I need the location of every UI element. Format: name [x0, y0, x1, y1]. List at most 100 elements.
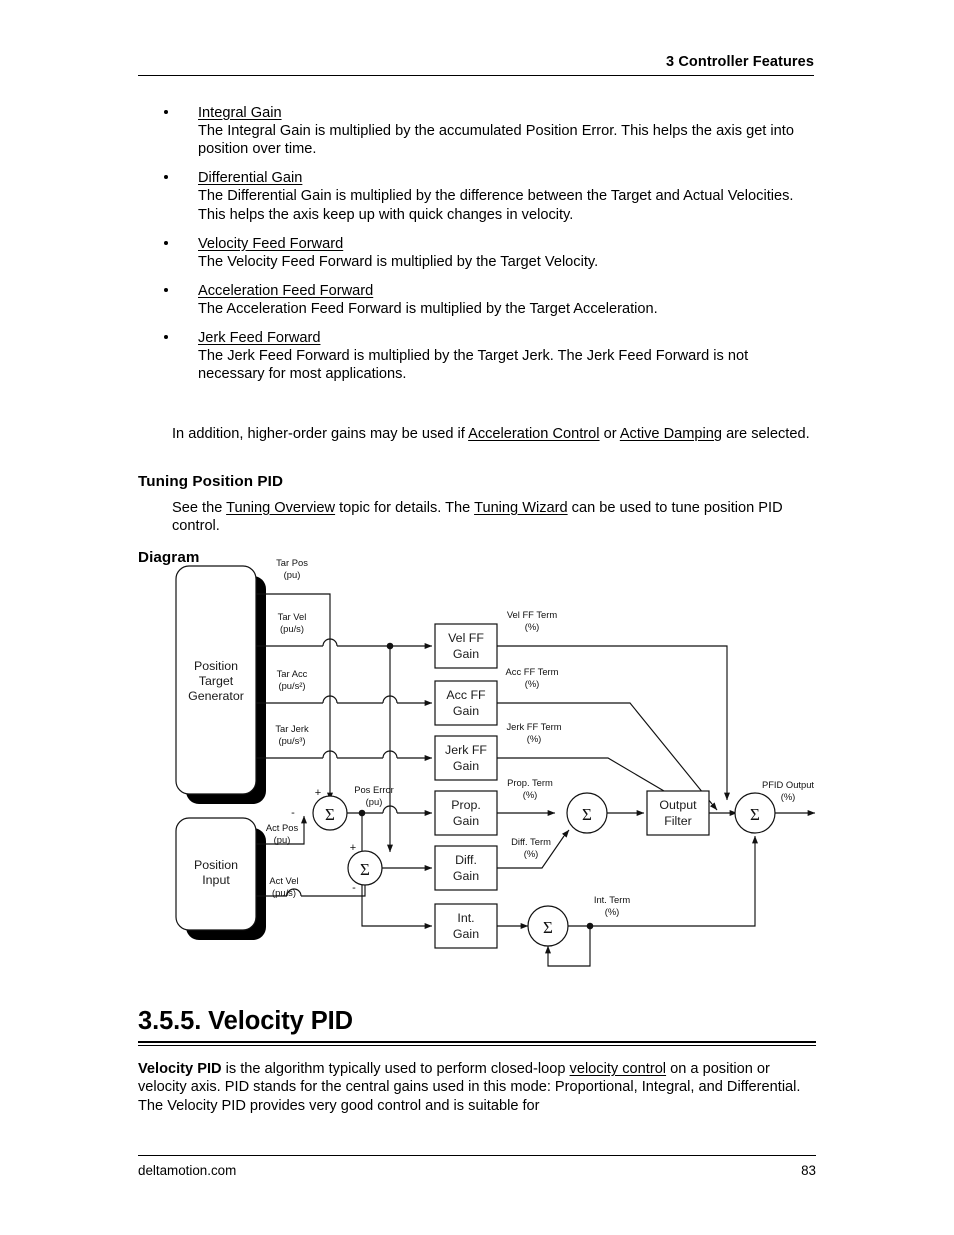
- label-prop-term-l1: Prop. Term: [507, 777, 553, 788]
- link-acceleration-control[interactable]: Acceleration Control: [468, 426, 599, 442]
- label-diff-term-l1: Diff. Term: [511, 836, 551, 847]
- label-vel-ff-gain-l2: Gain: [453, 647, 479, 661]
- link-velocity-control[interactable]: velocity control: [570, 1061, 667, 1077]
- bullet-term[interactable]: Velocity Feed Forward: [198, 235, 343, 253]
- body-content: Integral Gain The Integral Gain is multi…: [138, 104, 816, 575]
- label-jerk-ff-gain-l1: Jerk FF: [445, 743, 487, 757]
- tuning-text-part2: topic for details. The: [335, 499, 475, 516]
- label-act-vel-l2: (pu/s): [272, 887, 296, 898]
- sign-plus-velocity-error: +: [350, 842, 356, 854]
- higher-order-gains-paragraph: In addition, higher-order gains may be u…: [138, 425, 816, 443]
- label-tar-jerk-l2: (pu/s³): [278, 735, 305, 746]
- page-header: 3 Controller Features: [138, 54, 814, 76]
- sigma-pfid-output: Σ: [750, 805, 760, 824]
- label-vel-ff-term-l2: (%): [525, 621, 540, 632]
- label-prop-gain-l1: Prop.: [451, 798, 481, 812]
- document-page: 3 Controller Features Integral Gain The …: [0, 0, 954, 1235]
- note-text-part3: are selected.: [722, 425, 810, 442]
- label-vel-ff-gain-l1: Vel FF: [448, 631, 484, 645]
- label-tar-acc-l2: (pu/s²): [278, 680, 305, 691]
- sign-minus-position-error: -: [291, 807, 295, 819]
- wire-pos-error: [347, 805, 426, 814]
- section-rule-thin: [138, 1044, 816, 1046]
- bullet-dot-icon: [164, 335, 168, 340]
- wire-tar-acc: [256, 695, 426, 704]
- wire-tar-vel: [256, 638, 426, 647]
- bullet-description: The Differential Gain is multiplied by t…: [198, 188, 794, 223]
- label-tar-pos-l1: Tar Pos: [276, 557, 308, 568]
- bullet-term[interactable]: Integral Gain: [198, 104, 282, 122]
- bullet-description: The Acceleration Feed Forward is multipl…: [198, 301, 658, 318]
- bullet-term[interactable]: Jerk Feed Forward: [198, 329, 320, 347]
- label-position-target-generator-l3: Generator: [188, 689, 244, 703]
- bullet-term[interactable]: Differential Gain: [198, 169, 302, 187]
- bullet-dot-icon: [164, 175, 168, 180]
- bullet-description: The Jerk Feed Forward is multiplied by t…: [198, 348, 749, 383]
- note-text-part1: In addition, higher-order gains may be u…: [172, 425, 469, 442]
- sigma-velocity-error: Σ: [360, 860, 370, 879]
- label-prop-gain-l2: Gain: [453, 814, 479, 828]
- label-position-target-generator-l2: Target: [199, 674, 234, 688]
- sigma-pd-terms: Σ: [582, 805, 592, 824]
- label-int-term-l2: (%): [605, 906, 620, 917]
- label-acc-ff-term-l2: (%): [525, 678, 540, 689]
- label-pos-error-l1: Pos Error: [354, 784, 394, 795]
- list-item: Acceleration Feed Forward The Accelerati…: [138, 282, 816, 318]
- bullet-dot-icon: [164, 240, 168, 245]
- label-tar-vel-l2: (pu/s): [280, 623, 304, 634]
- header-chapter-title: 3 Controller Features: [666, 54, 814, 70]
- label-jerk-ff-gain-l2: Gain: [453, 759, 479, 773]
- label-pfid-output-l1: PFID Output: [762, 779, 814, 790]
- sigma-integrator: Σ: [543, 918, 553, 937]
- bullet-description: The Integral Gain is multiplied by the a…: [198, 123, 794, 158]
- bullet-term[interactable]: Acceleration Feed Forward: [198, 282, 373, 300]
- label-output-filter-l1: Output: [659, 798, 697, 812]
- label-pfid-output-l2: (%): [781, 791, 796, 802]
- label-int-gain-l2: Gain: [453, 927, 479, 941]
- position-pid-block-diagram: Position Target Generator Position Input…: [160, 548, 820, 988]
- bullet-dot-icon: [164, 288, 168, 293]
- label-diff-gain-l2: Gain: [453, 869, 479, 883]
- label-int-gain-l1: Int.: [457, 911, 474, 925]
- wire-int-term: [568, 844, 756, 927]
- bullet-description: The Velocity Feed Forward is multiplied …: [198, 253, 599, 270]
- section-heading: 3.5.5. Velocity PID: [138, 1007, 353, 1035]
- label-tar-pos-l2: (pu): [284, 569, 301, 580]
- label-output-filter-l2: Filter: [664, 814, 692, 828]
- note-text-part2: or: [599, 425, 620, 442]
- list-item: Integral Gain The Integral Gain is multi…: [138, 104, 816, 158]
- label-act-pos-l2: (pu): [274, 834, 291, 845]
- link-tuning-wizard[interactable]: Tuning Wizard: [474, 500, 568, 516]
- sign-plus-position-error: +: [315, 787, 321, 799]
- section-body-part1: is the algorithm typically used to perfo…: [221, 1061, 570, 1077]
- label-tar-jerk-l1: Tar Jerk: [275, 723, 309, 734]
- label-pos-error-l2: (pu): [366, 796, 383, 807]
- section-heading-block: 3.5.5. Velocity PID: [138, 1007, 816, 1046]
- label-int-term-l1: Int. Term: [594, 894, 630, 905]
- footer-website[interactable]: deltamotion.com: [138, 1163, 236, 1178]
- label-acc-ff-term-l1: Acc FF Term: [506, 666, 559, 677]
- label-jerk-ff-term-l2: (%): [527, 733, 542, 744]
- section-body-paragraph: Velocity PID is the algorithm typically …: [138, 1060, 816, 1115]
- gain-bullet-list: Integral Gain The Integral Gain is multi…: [138, 104, 816, 384]
- tuning-paragraph: See the Tuning Overview topic for detail…: [138, 499, 816, 535]
- wire-tar-jerk: [256, 750, 426, 759]
- link-active-damping[interactable]: Active Damping: [620, 426, 722, 442]
- label-position-input-l2: Input: [202, 873, 230, 887]
- footer-page-number: 83: [801, 1163, 816, 1178]
- subheading-tuning-position-pid: Tuning Position PID: [138, 472, 284, 490]
- tuning-text-part1: See the: [172, 499, 227, 516]
- link-tuning-overview[interactable]: Tuning Overview: [226, 500, 335, 516]
- label-tar-vel-l1: Tar Vel: [278, 611, 307, 622]
- page-footer: deltamotion.com 83: [138, 1155, 816, 1178]
- section-body-bold-term: Velocity PID: [138, 1061, 222, 1077]
- label-position-input-l1: Position: [194, 858, 238, 872]
- list-item: Jerk Feed Forward The Jerk Feed Forward …: [138, 329, 816, 383]
- header-rule: [138, 75, 814, 76]
- label-jerk-ff-term-l1: Jerk FF Term: [506, 721, 561, 732]
- label-position-target-generator-l1: Position: [194, 659, 238, 673]
- section-rule-thick: [138, 1041, 816, 1043]
- label-acc-ff-gain-l2: Gain: [453, 704, 479, 718]
- sign-minus-velocity-error: -: [352, 882, 356, 894]
- label-vel-ff-term-l1: Vel FF Term: [507, 609, 558, 620]
